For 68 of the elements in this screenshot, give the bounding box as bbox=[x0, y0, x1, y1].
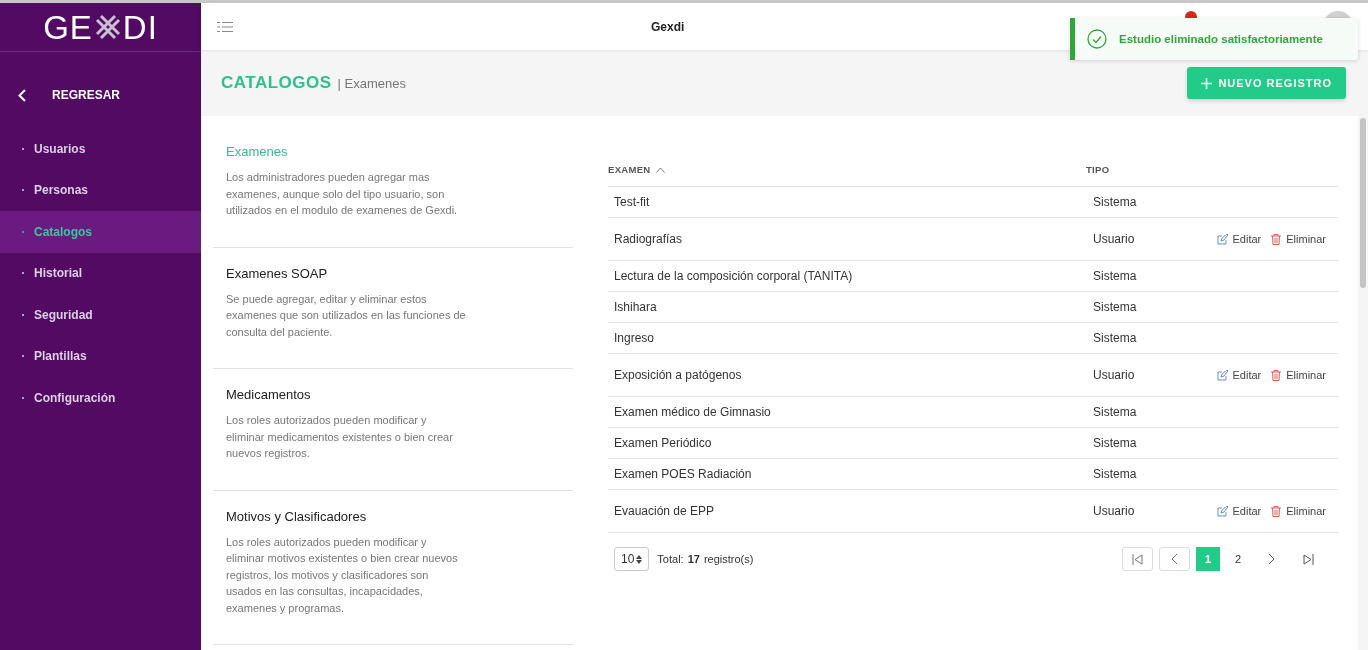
logo-text: DI bbox=[122, 10, 158, 44]
first-page-button[interactable] bbox=[1122, 547, 1153, 571]
header-title: Gexdi bbox=[651, 19, 685, 34]
trash-icon[interactable] bbox=[1271, 505, 1282, 517]
pencil-icon[interactable] bbox=[1216, 505, 1228, 517]
last-page-icon[interactable] bbox=[1303, 553, 1314, 565]
table-cell-text: Lectura de la composición corporal (TANITA) bbox=[613, 269, 854, 283]
table-cell-text: Sistema bbox=[1092, 269, 1138, 283]
table-cell-text: Examen POES Radiación bbox=[613, 467, 753, 481]
table-cell-text: Exposición a patógenos bbox=[613, 368, 743, 382]
edit-button[interactable]: Editar bbox=[1216, 505, 1262, 517]
sidebar-item[interactable]: Personas bbox=[0, 169, 201, 211]
pencil-icon[interactable] bbox=[1216, 369, 1228, 381]
page-button[interactable]: 2 bbox=[1226, 547, 1250, 571]
table-cell-text: Radiografías bbox=[613, 232, 684, 246]
edit-button[interactable]: Editar bbox=[1216, 369, 1262, 381]
toast-message: Estudio eliminado satisfactoriamente bbox=[1119, 33, 1323, 45]
table-cell-text: Ingreso bbox=[613, 331, 656, 345]
trash-icon[interactable] bbox=[1271, 369, 1282, 381]
catalog-description: Los administradores pueden agregar mas examenes, aunque solo del tipo usuario, son utilizados en el modulo de examenes de Gexdi. bbox=[226, 170, 459, 218]
column-header[interactable]: TIPO bbox=[1086, 164, 1110, 175]
breadcrumb: | Examenes bbox=[337, 75, 406, 91]
page-size-select[interactable]: 10 bbox=[614, 547, 650, 571]
check-circle-icon bbox=[1087, 29, 1107, 49]
sort-up-icon[interactable] bbox=[656, 166, 666, 173]
edit-button[interactable]: Editar bbox=[1216, 233, 1262, 245]
table-cell-text: Sistema bbox=[1092, 195, 1138, 209]
table-cell-text: Test-fit bbox=[613, 195, 651, 209]
table-cell-text: Sistema bbox=[1092, 467, 1138, 481]
menu-icon[interactable] bbox=[217, 20, 233, 33]
pencil-icon[interactable] bbox=[1216, 233, 1228, 245]
total-label: Total: bbox=[657, 553, 684, 565]
catalog-title[interactable]: Examenes SOAP bbox=[226, 265, 328, 281]
plus-icon[interactable] bbox=[1201, 77, 1213, 89]
total-count: 17 bbox=[687, 553, 700, 565]
page-title: CATALOGOS bbox=[221, 73, 332, 93]
table-cell-text: Evauación de EPP bbox=[613, 504, 716, 518]
table-cell-text: Sistema bbox=[1092, 300, 1138, 314]
catalog-title[interactable]: Motivos y Clasificadores bbox=[226, 508, 367, 524]
chevron-right-icon[interactable] bbox=[1268, 553, 1275, 565]
table-cell-text: Examen Periódico bbox=[613, 436, 713, 450]
column-header[interactable]: EXAMEN bbox=[608, 164, 651, 175]
trash-icon[interactable] bbox=[1271, 233, 1282, 245]
table-cell-text: Usuario bbox=[1092, 504, 1136, 518]
delete-button[interactable]: Eliminar bbox=[1271, 233, 1326, 245]
sidebar-item[interactable]: Historial bbox=[0, 252, 201, 294]
logo-text: GE bbox=[43, 10, 93, 44]
sidebar-item[interactable]: Seguridad bbox=[0, 294, 201, 336]
table-cell-text: Sistema bbox=[1092, 405, 1138, 419]
total-unit: registro(s) bbox=[703, 553, 754, 565]
catalog-title[interactable]: Medicamentos bbox=[226, 387, 311, 402]
sidebar-item[interactable]: Plantillas bbox=[0, 335, 201, 377]
table-cell-text: Usuario bbox=[1092, 368, 1136, 382]
first-page-icon[interactable] bbox=[1132, 553, 1143, 565]
delete-button[interactable]: Eliminar bbox=[1271, 369, 1326, 381]
sidebar-item[interactable]: Catalogos bbox=[0, 211, 201, 253]
updown-caret-icon[interactable] bbox=[636, 554, 643, 564]
catalog-description: Se puede agregar, editar y eliminar estos examenes que son utilizados en las funciones de consulta del paciente. bbox=[226, 291, 466, 340]
catalog-description: Los roles autorizados pueden modificar y eliminar medicamentos existentes o bien crear nuevos registros. bbox=[226, 413, 454, 461]
table-cell-text: Examen médico de Gimnasio bbox=[613, 405, 772, 419]
table-cell-text: Sistema bbox=[1092, 436, 1138, 450]
table-cell-text: Sistema bbox=[1092, 331, 1138, 345]
table-cell-text: Ishihara bbox=[613, 300, 658, 314]
catalog-description: Los roles autorizados pueden modificar y eliminar motivos existentes o bien crear nuevos registros, los motivos y clasificadores son usados en las consultas, incapacidades, examenes y programas. bbox=[226, 534, 459, 616]
sidebar-item[interactable]: Configuración bbox=[0, 377, 201, 419]
table-cell-text: Usuario bbox=[1092, 232, 1136, 246]
scrollbar[interactable] bbox=[1360, 118, 1366, 288]
delete-button[interactable]: Eliminar bbox=[1271, 505, 1326, 517]
